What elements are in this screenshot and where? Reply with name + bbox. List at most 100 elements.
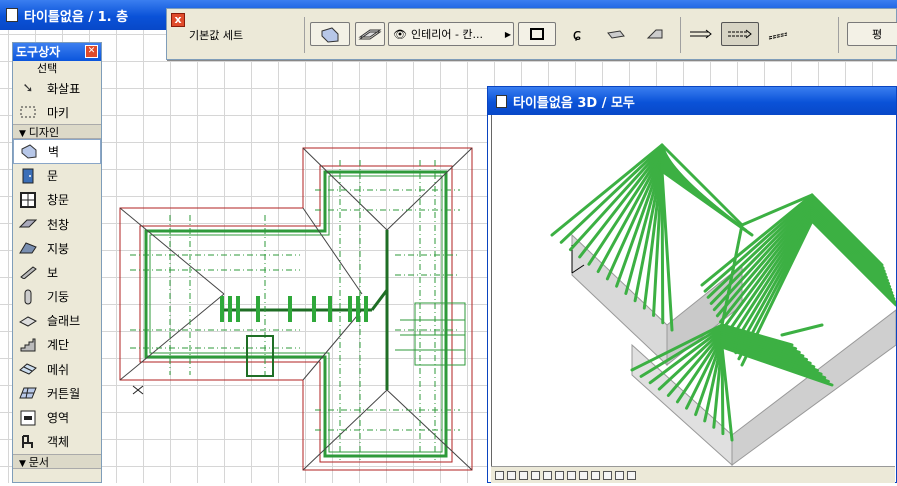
- section-document[interactable]: ▼ 문서: [13, 453, 101, 469]
- toolbox-palette: 도구상자 ✕ 선택 ➘ 화살표 마키 ▼ 디자인 벽 문 창문 천창 지붕 보 …: [12, 42, 102, 483]
- wall-slanted-icon: [646, 29, 663, 39]
- wall-inner: [144, 170, 448, 458]
- curtainwall-icon: [19, 385, 37, 401]
- 3d-navigation-bar: [491, 466, 895, 483]
- tool-object[interactable]: 객체: [13, 430, 101, 454]
- nav-icon[interactable]: [531, 470, 540, 480]
- nav-icon[interactable]: [495, 470, 504, 480]
- chain-line-icon: [728, 29, 752, 39]
- pan-icon[interactable]: [579, 470, 588, 480]
- toolbox-titlebar[interactable]: 도구상자 ✕: [13, 43, 101, 61]
- floor-plan-button[interactable]: 평: [847, 22, 897, 46]
- tool-door[interactable]: 문: [13, 164, 101, 188]
- dormer-rafters: [400, 302, 466, 366]
- close-icon[interactable]: x: [171, 13, 185, 27]
- tool-label: 커튼월: [47, 386, 81, 401]
- tool-beam[interactable]: 보: [13, 260, 101, 284]
- zoom-in-icon[interactable]: [543, 470, 552, 480]
- separator: [680, 17, 681, 53]
- tool-label: 계단: [47, 338, 70, 353]
- section-document-label: 문서: [28, 455, 50, 469]
- tool-skylight[interactable]: 천창: [13, 212, 101, 236]
- zoom-fit-icon[interactable]: [567, 470, 576, 480]
- tool-mesh[interactable]: 메쉬: [13, 357, 101, 381]
- tool-label: 마키: [47, 105, 70, 120]
- nav-icon[interactable]: [519, 470, 528, 480]
- close-icon[interactable]: ✕: [85, 45, 98, 58]
- geometry-button[interactable]: [518, 22, 556, 46]
- tool-label: 문: [47, 169, 59, 184]
- tool-label: 메쉬: [47, 362, 70, 377]
- wall-inner-2: [149, 175, 443, 453]
- rotated-line-icon: [768, 32, 788, 40]
- plan-window-title: 타이틀없음 / 1. 층: [24, 9, 129, 25]
- section-design[interactable]: ▼ 디자인: [13, 124, 101, 140]
- tool-label: 천창: [47, 217, 70, 232]
- tool-zone[interactable]: 영역: [13, 405, 101, 429]
- rafter: [660, 169, 754, 237]
- beam-icon: [19, 264, 37, 280]
- section-design-label: 디자인: [28, 126, 60, 140]
- tool-window[interactable]: 창문: [13, 188, 101, 212]
- tool-curtainwall[interactable]: 커튼월: [13, 381, 101, 405]
- interior-dropdown[interactable]: 👁 인테리어 - 칸... ▶: [388, 22, 514, 46]
- mesh-icon: [19, 361, 37, 377]
- wall-icon: [321, 27, 339, 43]
- door-icon: [19, 168, 37, 184]
- eye-icon: 👁: [393, 27, 407, 41]
- tool-slab[interactable]: 슬래브: [13, 309, 101, 333]
- chevron-right-icon: ▶: [504, 29, 511, 39]
- roof-icon: [19, 240, 37, 256]
- window-icon: [19, 191, 37, 208]
- wall-type-button-1[interactable]: [599, 22, 635, 46]
- wall-icon: [20, 143, 38, 159]
- wall-tool-button[interactable]: [310, 22, 350, 46]
- previous-view-icon[interactable]: [615, 470, 624, 480]
- wall-type-button-2[interactable]: [637, 22, 673, 46]
- tool-label: 창문: [47, 193, 70, 208]
- arrow-icon: ➘: [22, 80, 34, 96]
- tool-arrow[interactable]: ➘ 화살표: [13, 76, 101, 100]
- layer-settings-button[interactable]: [355, 22, 385, 46]
- tool-marquee[interactable]: 마키: [13, 100, 101, 124]
- right-button-label: 평: [871, 28, 883, 41]
- 3d-viewport[interactable]: [491, 115, 897, 467]
- stair-icon: [19, 337, 37, 353]
- 3d-window-titlebar[interactable]: 타이틀없음 3D / 모두: [488, 87, 896, 115]
- skylight-icon: [19, 216, 37, 232]
- origin-marker: [132, 385, 144, 395]
- column-icon: [19, 289, 37, 305]
- zoom-out-icon[interactable]: [555, 470, 564, 480]
- nav-icon[interactable]: [507, 470, 516, 480]
- document-icon: [6, 8, 18, 22]
- rafter: [780, 323, 824, 337]
- tool-label: 벽: [48, 144, 60, 159]
- object-icon: [19, 434, 37, 450]
- construction-method-1[interactable]: [685, 22, 717, 46]
- tool-wall[interactable]: 벽: [13, 139, 101, 164]
- tool-label: 영역: [47, 411, 70, 426]
- interior-dropdown-value: 인테리어 - 칸...: [410, 28, 484, 41]
- document-icon: [496, 94, 507, 108]
- 3d-window-title: 타이틀없음 3D / 모두: [513, 95, 635, 111]
- tool-roof[interactable]: 지붕: [13, 236, 101, 260]
- tool-label: 객체: [47, 435, 70, 450]
- orbit-icon[interactable]: [591, 470, 600, 480]
- tool-stair[interactable]: 계단: [13, 333, 101, 357]
- zone-icon: [19, 410, 37, 426]
- tool-column[interactable]: 기둥: [13, 285, 101, 309]
- toolbox-title: 도구상자: [16, 45, 61, 59]
- curve-icon: ɕ: [572, 24, 582, 44]
- walk-icon[interactable]: [603, 470, 612, 480]
- construction-method-2[interactable]: [721, 22, 759, 46]
- tool-label: 지붕: [47, 241, 70, 256]
- construction-method-3[interactable]: [764, 22, 796, 46]
- info-box-palette: x 기본값 세트 👁 인테리어 - 칸... ▶ ɕ 평: [166, 8, 897, 60]
- square-icon: [530, 28, 544, 40]
- next-view-icon[interactable]: [627, 470, 636, 480]
- reference-line-button[interactable]: ɕ: [559, 22, 595, 46]
- slab-icon: [19, 313, 37, 329]
- chevron-down-icon: ▼: [19, 129, 29, 140]
- rafter: [660, 143, 744, 227]
- marquee-icon: [19, 104, 37, 120]
